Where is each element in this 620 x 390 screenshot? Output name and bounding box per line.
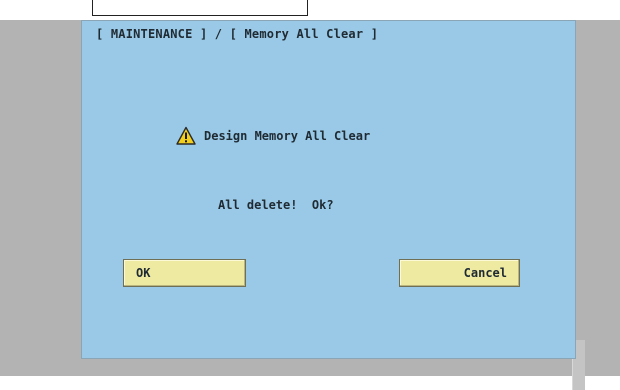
cancel-button[interactable]: Cancel (399, 259, 520, 287)
dialog-title-row: Design Memory All Clear (176, 125, 370, 147)
maintenance-screen: [ MAINTENANCE ] / [ Memory All Clear ] D… (81, 20, 576, 359)
top-label-box (92, 0, 308, 16)
breadcrumb: [ MAINTENANCE ] / [ Memory All Clear ] (96, 27, 379, 41)
dialog-message: All delete! Ok? (218, 198, 334, 212)
ok-button[interactable]: OK (123, 259, 246, 287)
warning-icon (176, 126, 196, 146)
dialog-title: Design Memory All Clear (204, 129, 371, 143)
